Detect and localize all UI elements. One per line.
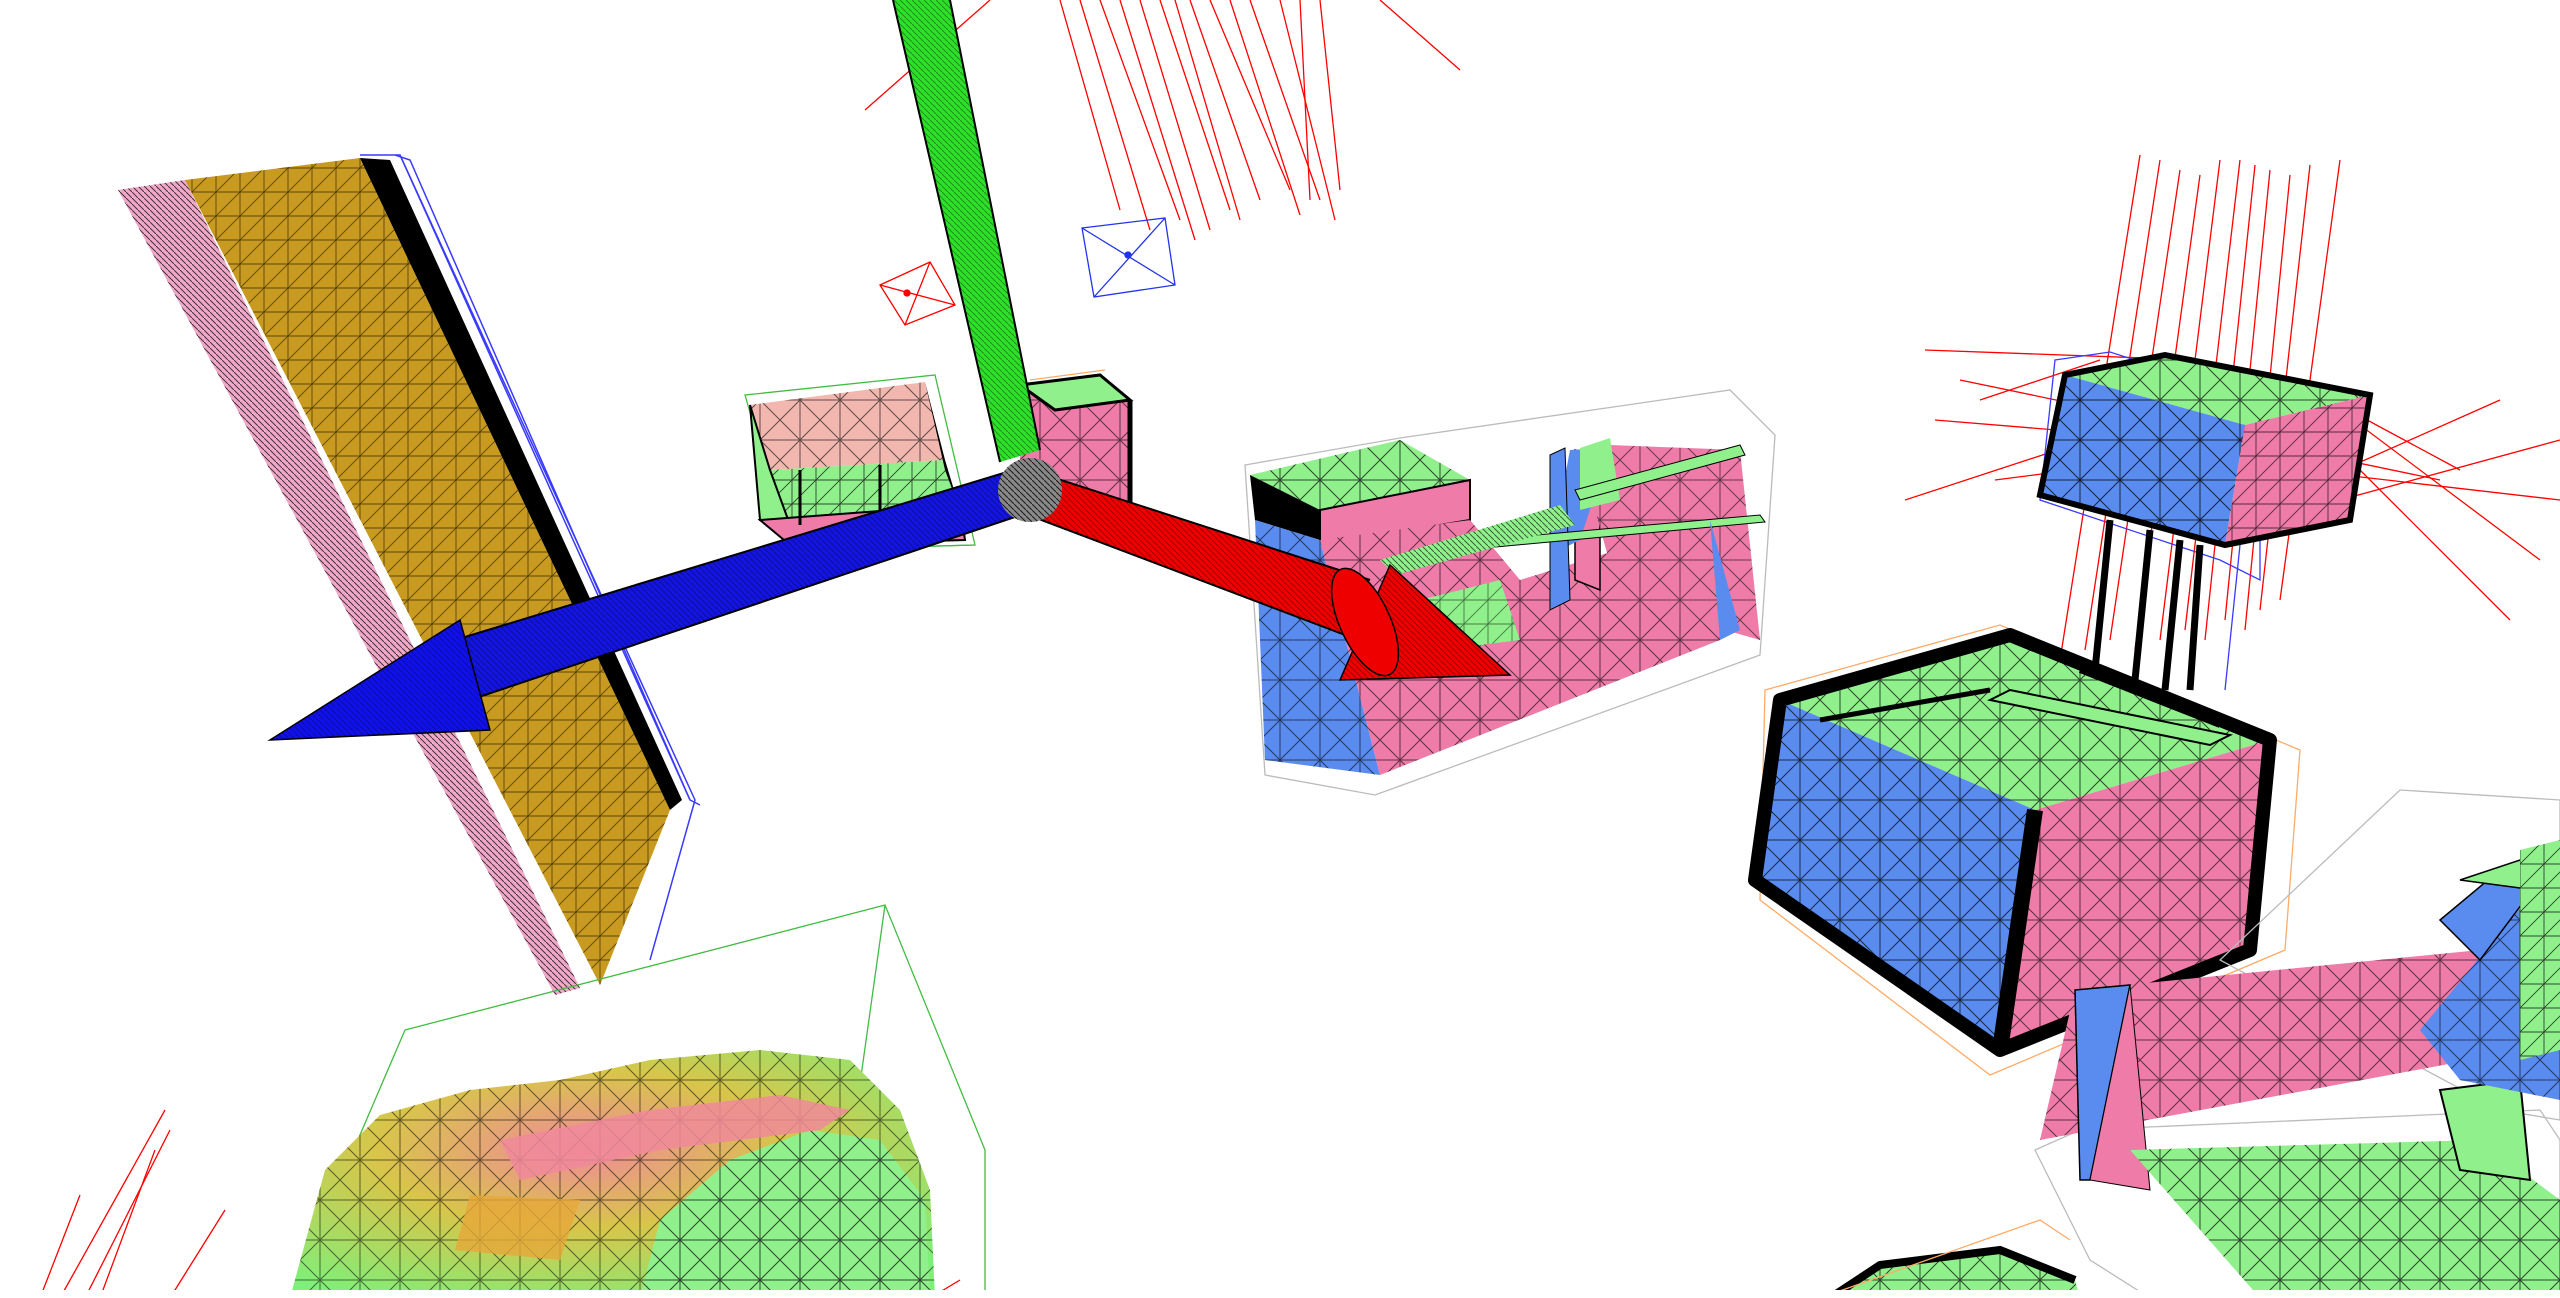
gizmo-origin[interactable] [998, 458, 1062, 522]
gold-plate-mesh[interactable] [118, 154, 701, 995]
viewport-bottom-edge [0, 1290, 2560, 1298]
camera-marker-red [879, 261, 956, 326]
partial-mesh-bottom[interactable] [1819, 1219, 2080, 1298]
organic-mesh[interactable] [289, 904, 986, 1298]
camera-marker-blue [1081, 217, 1176, 298]
3d-viewport[interactable] [0, 0, 2560, 1298]
scene-canvas[interactable] [0, 0, 2560, 1298]
